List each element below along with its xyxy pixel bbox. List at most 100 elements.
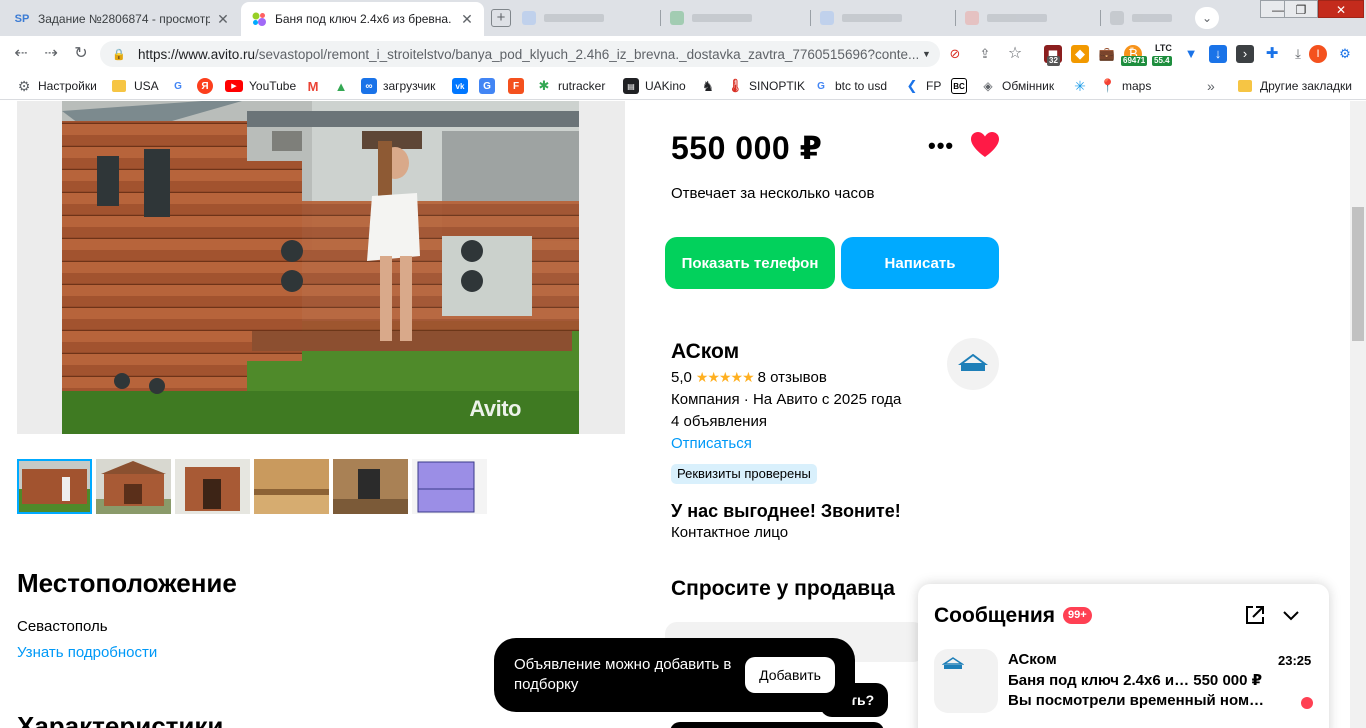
downloads-icon[interactable]: ⤓ [1289,45,1307,63]
extension-icon[interactable]: ◆ [1071,45,1089,63]
omnibox-dropdown-icon[interactable]: ▼ [922,49,940,59]
bookmark-f[interactable]: F [508,78,530,94]
bookmark-btc[interactable]: Gbtc to usd [813,78,887,94]
bookmark-vk[interactable]: vk [452,78,474,94]
address-bar[interactable]: 🔒 https://www.avito.ru/sevastopol/remont… [100,41,940,67]
bookmark-gmail[interactable]: M [305,78,327,94]
maximize-button[interactable]: ❐ [1284,0,1318,18]
tab-title: Задание №2806874 - просмотр з [38,12,210,26]
chat-subject[interactable]: Баня под ключ 2.4х6 и… 550 000 ₽ [1008,671,1308,689]
tab-avito[interactable]: Баня под ключ 2.4х6 из бревна. Д ✕ [241,2,484,36]
thumbnail[interactable] [412,459,487,514]
thermometer-icon: 🌡 [726,78,744,93]
page-scrollbar[interactable] [1350,101,1366,728]
blocked-icon[interactable]: ⊘ [946,45,964,63]
close-tab-icon[interactable]: ✕ [460,11,474,28]
more-options-button[interactable]: ••• [928,133,954,159]
f-icon: F [508,78,524,94]
bookmark-sinoptik[interactable]: 🌡 SINOPTIK [727,78,805,94]
exchange-icon: ◈ [983,79,993,93]
bookmark-star[interactable]: ✳ [1072,78,1094,94]
unread-dot [1301,697,1313,709]
lock-icon[interactable]: 🔒 [112,48,128,61]
seller-name[interactable]: АСком [671,340,739,364]
city: Севастополь [17,618,108,635]
bookmark-usa[interactable]: USA [112,78,159,94]
seller-listings[interactable]: 4 объявления [671,413,767,430]
favorite-heart-icon[interactable] [970,131,1000,159]
thumbnail[interactable] [333,459,408,514]
briefcase-icon[interactable]: 💼 [1098,45,1116,63]
bookmark-drive[interactable]: ▲ [333,78,355,94]
extensions-puzzle-icon[interactable]: ✚ [1263,45,1281,63]
vpn-icon[interactable]: ▼ [1182,45,1200,63]
bookmark-yandex[interactable]: Я [197,78,219,94]
bookmark-star-icon[interactable]: ☆ [1006,45,1024,63]
thumbnail-strip [17,459,487,514]
background-tab[interactable] [1110,8,1172,28]
terminal-icon[interactable]: › [1236,45,1254,63]
main-photo[interactable]: Avito [62,101,579,434]
forward-arrow-icon[interactable]: ⇢ [40,43,62,65]
back-arrow-icon[interactable]: ⇠ [10,43,32,65]
url-host: https://www.avito.ru [138,46,256,62]
seller-logo[interactable] [947,338,999,390]
chat-avatar[interactable] [934,649,998,713]
gmail-icon: M [307,78,319,94]
bookmark-google[interactable]: G [170,78,192,94]
more-bookmarks-button[interactable]: » [1207,78,1215,94]
details-link[interactable]: Узнать подробности [17,644,157,661]
google-icon: G [174,80,182,92]
loop-icon: ∞ [361,78,377,94]
bookmark-loader[interactable]: ∞ загрузчик [361,78,435,94]
other-bookmarks[interactable]: Другие закладки [1238,78,1352,94]
bookmark-bc[interactable]: BC [951,78,973,94]
unsubscribe-link[interactable]: Отписаться [671,435,752,452]
youtube-icon: ▶ [225,80,243,92]
seller-rating[interactable]: 5,0 ★★★★★ 8 отзывов [671,369,827,386]
browser-toolbar: ⇠ ⇢ ↻ 🔒 https://www.avito.ru/sevastopol/… [0,36,1366,72]
bookmark-label: FP [926,79,942,93]
show-phone-button[interactable]: Показать телефон [665,237,835,289]
close-tab-icon[interactable]: ✕ [216,11,230,28]
chat-preview[interactable]: Вы посмотрели временный ном… [1008,692,1278,709]
add-button[interactable]: Добавить [745,657,835,693]
bookmark-rutracker[interactable]: ✱ rutracker [536,78,606,94]
tab-search-chevron-icon[interactable]: ⌄ [1195,7,1219,29]
background-tab[interactable] [522,8,604,28]
window-close-button[interactable]: ✕ [1318,0,1364,18]
chevron-down-icon[interactable] [1280,604,1302,626]
background-tab[interactable] [670,8,752,28]
quick-question-chip[interactable] [670,722,884,728]
thumbnail[interactable] [96,459,171,514]
verified-badge: Реквизиты проверены [671,464,817,484]
thumbnail[interactable] [175,459,250,514]
bookmark-exchange[interactable]: ◈ Обмінник [980,78,1054,94]
bookmark-translate[interactable]: G [479,78,501,94]
bookmark-chess[interactable]: ♞ [700,78,722,94]
bookmark-settings[interactable]: ⚙ Настройки [16,78,97,94]
reload-icon[interactable]: ↻ [70,43,92,65]
tab-task[interactable]: SP Задание №2806874 - просмотр з ✕ [4,2,240,36]
bookmark-maps[interactable]: 📍 maps [1100,78,1151,94]
share-icon[interactable]: ⇪ [976,45,994,63]
bookmark-fp[interactable]: ❮ FP [904,78,942,94]
background-tab[interactable] [965,8,1047,28]
write-button[interactable]: Написать [841,237,999,289]
background-tab[interactable] [820,8,902,28]
bookmark-label: SINOPTIK [749,79,806,93]
bookmark-uakino[interactable]: ▤ UAKino [623,78,686,94]
scrollbar-thumb[interactable] [1352,207,1364,341]
chat-name[interactable]: АСком [1008,651,1057,668]
profile-avatar[interactable]: I [1309,45,1327,63]
bookmark-youtube[interactable]: ▶ YouTube [225,78,296,94]
photo-gallery[interactable]: Avito [17,101,625,434]
download-ext-icon[interactable]: ↓ [1209,45,1227,63]
bookmark-label: maps [1122,79,1152,93]
thumbnail[interactable] [254,459,329,514]
settings-gear-icon[interactable]: ⚙ [1336,45,1354,63]
new-tab-button[interactable]: + [491,9,511,27]
thumbnail[interactable] [17,459,92,514]
open-external-icon[interactable] [1244,604,1266,626]
ltc-label: LTC [1155,43,1172,53]
